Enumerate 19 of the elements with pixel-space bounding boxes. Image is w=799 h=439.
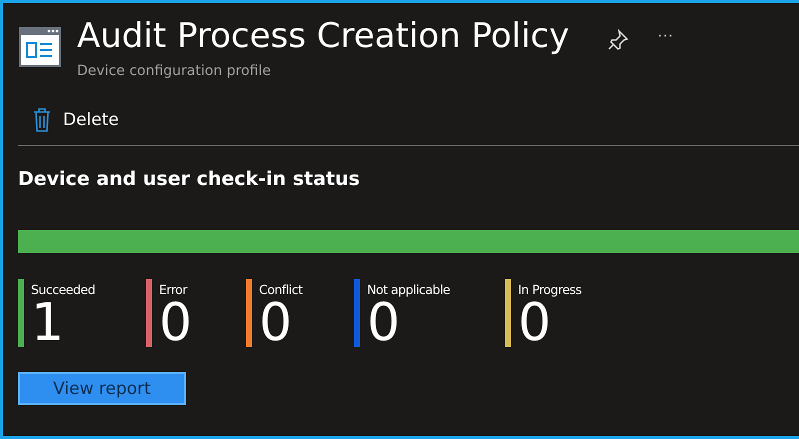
page-title: Audit Process Creation Policy xyxy=(77,15,570,57)
pin-icon[interactable] xyxy=(607,29,630,51)
status-count: 0 xyxy=(518,298,552,348)
status-label: Error xyxy=(159,282,187,297)
status-label: Not applicable xyxy=(367,282,450,297)
trash-icon xyxy=(33,108,51,132)
profile-icon xyxy=(19,27,61,67)
status-label: In Progress xyxy=(518,282,582,297)
delete-button[interactable]: Delete xyxy=(33,105,119,135)
page-subtitle: Device configuration profile xyxy=(77,63,272,79)
status-count: 0 xyxy=(259,298,292,348)
status-count: 1 xyxy=(31,298,64,348)
section-title: Device and user check-in status xyxy=(18,168,361,190)
view-report-button[interactable]: View report xyxy=(18,372,186,405)
status-label: Succeeded xyxy=(31,282,96,297)
more-button[interactable]: ··· xyxy=(657,27,674,45)
status-count: 0 xyxy=(159,298,192,348)
status-count: 0 xyxy=(367,298,400,348)
status-label: Conflict xyxy=(259,282,302,297)
